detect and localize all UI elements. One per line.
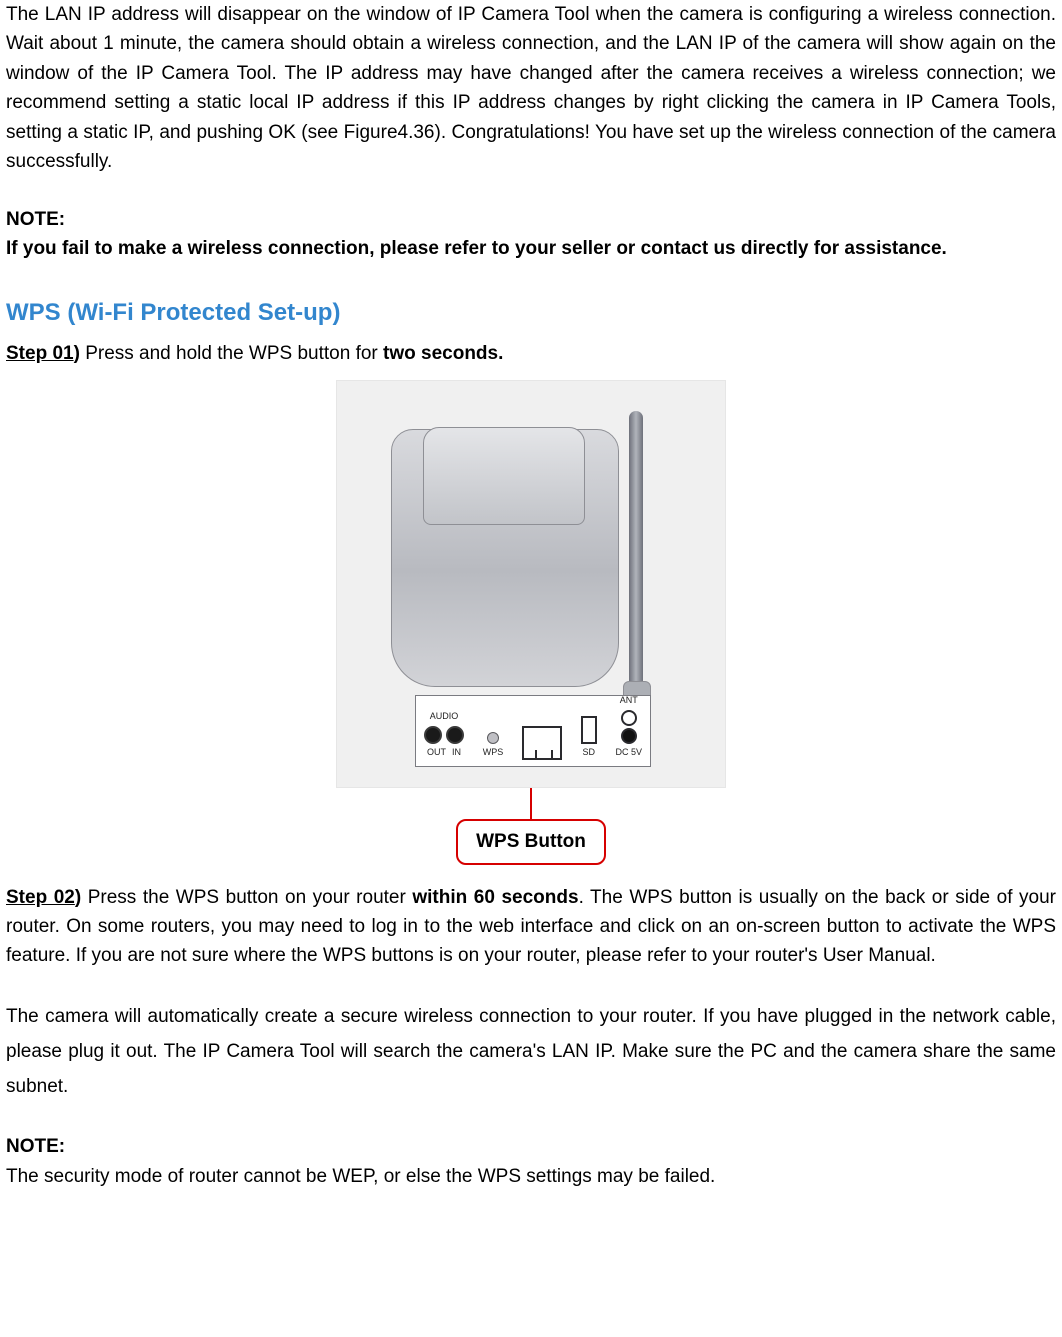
step01-line: Step 01) Press and hold the WPS button f… (6, 339, 1056, 368)
step01-bold: two seconds. (383, 343, 503, 364)
step02-paragraph: Step 02) Press the WPS button on your ro… (6, 883, 1056, 971)
audio-label: AUDIO (430, 710, 459, 724)
dc-label: DC 5V (615, 746, 642, 760)
audio-in-jack-icon (446, 726, 464, 744)
document-page: The LAN IP address will disappear on the… (0, 0, 1062, 1337)
antenna-icon (629, 411, 643, 701)
dc-connector-icon (621, 728, 637, 744)
in-label: IN (452, 746, 461, 760)
step02-text-before: Press the WPS button on your router (81, 887, 412, 908)
wps-label: WPS (483, 746, 504, 760)
camera-head-icon (423, 427, 585, 525)
note2-label: NOTE: (6, 1132, 1056, 1161)
audio-out-jack-icon (424, 726, 442, 744)
sd-label: SD (582, 746, 595, 760)
camera-figure: AUDIO OUT IN WPS (6, 380, 1056, 864)
lan-port-icon (522, 726, 562, 760)
step01-text: Press and hold the WPS button for (80, 343, 383, 364)
step01-label: Step 01 (6, 343, 74, 364)
intro-paragraph: The LAN IP address will disappear on the… (6, 0, 1056, 177)
lan-port-group (522, 726, 562, 760)
step02-bold: within 60 seconds (412, 887, 578, 908)
audio-port-group: AUDIO OUT IN (424, 710, 464, 760)
sd-port-group: SD (581, 716, 597, 760)
port-panel: AUDIO OUT IN WPS (415, 695, 651, 767)
note2-body: The security mode of router cannot be WE… (6, 1162, 1056, 1191)
note1-body: If you fail to make a wireless connectio… (6, 234, 1056, 263)
wps-port-group: WPS (483, 732, 504, 760)
sd-slot-icon (581, 716, 597, 744)
note1-label: NOTE: (6, 205, 1056, 234)
out-label: OUT (427, 746, 446, 760)
wps-callout: WPS Button (456, 819, 606, 864)
wps-button-icon (487, 732, 499, 744)
section-heading-wps: WPS (Wi-Fi Protected Set-up) (6, 294, 1056, 331)
step02-label: Step 02 (6, 887, 75, 908)
after-step02-paragraph: The camera will automatically create a s… (6, 999, 1056, 1104)
ant-connector-icon (621, 710, 637, 726)
camera-illustration: AUDIO OUT IN WPS (336, 380, 726, 788)
ant-label: ANT (620, 694, 638, 708)
callout-line-icon (530, 786, 532, 820)
ant-port-group: ANT DC 5V (615, 694, 642, 760)
